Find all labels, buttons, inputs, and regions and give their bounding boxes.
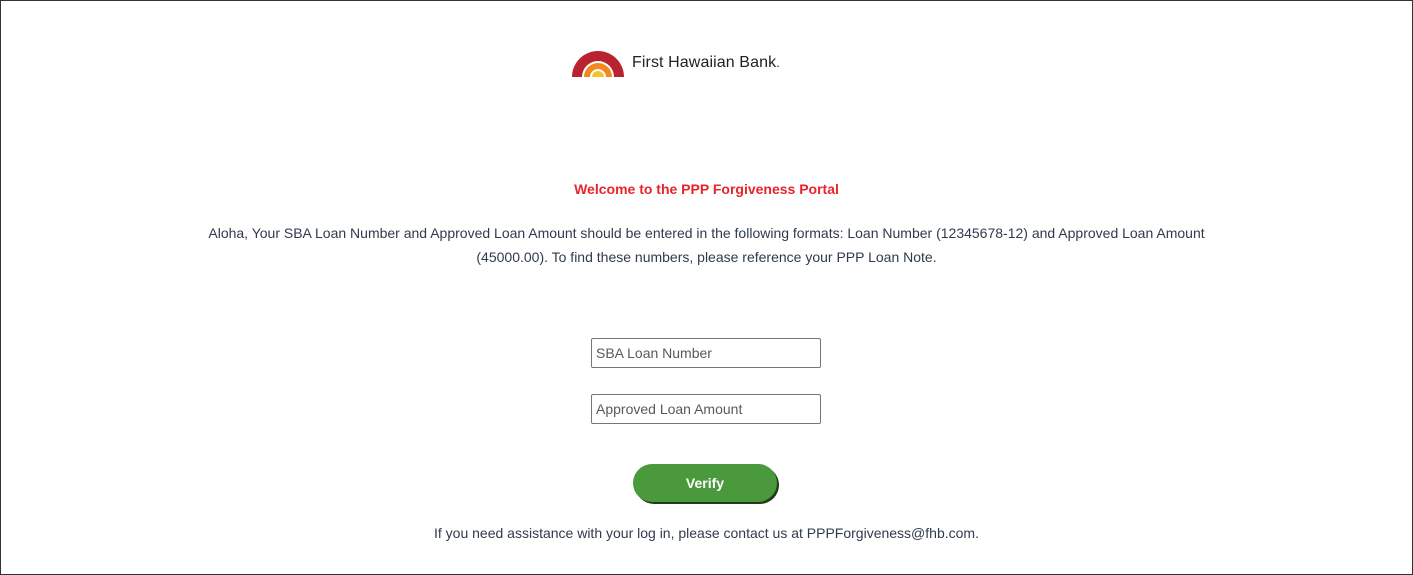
help-text: If you need assistance with your log in,…: [434, 525, 979, 541]
intro-line-2: (45000.00). To find these numbers, pleas…: [476, 249, 937, 265]
welcome-title: Welcome to the PPP Forgiveness Portal: [574, 181, 839, 197]
verify-button[interactable]: Verify: [633, 464, 777, 502]
bank-logo: First Hawaiian Bank.: [570, 49, 780, 77]
rainbow-logo-icon: [572, 51, 624, 77]
intro-text: Aloha, Your SBA Loan Number and Approved…: [1, 221, 1412, 269]
approved-loan-amount-input[interactable]: [591, 394, 821, 424]
intro-line-1: Aloha, Your SBA Loan Number and Approved…: [208, 225, 1205, 241]
page-frame: First Hawaiian Bank. Welcome to the PPP …: [0, 0, 1413, 575]
bank-name: First Hawaiian Bank.: [632, 54, 780, 71]
sba-loan-number-input[interactable]: [591, 338, 821, 368]
